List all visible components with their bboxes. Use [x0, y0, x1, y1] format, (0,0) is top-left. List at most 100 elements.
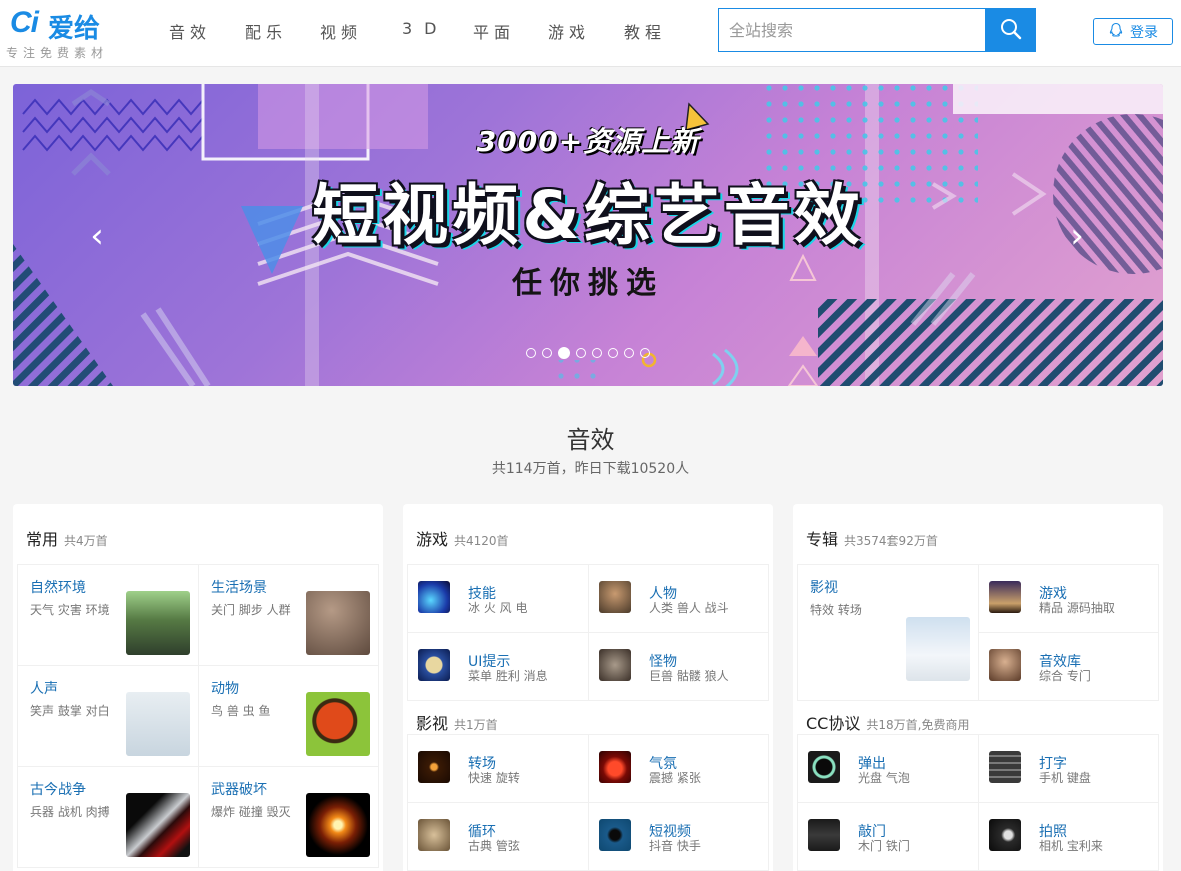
site-search	[718, 8, 1036, 52]
nav-item-sound-effects[interactable]: 音效	[169, 19, 211, 43]
row-tags: 古典 管弦	[468, 839, 520, 853]
logo-text: 爱给	[48, 14, 101, 44]
card-title: 常用	[26, 530, 59, 549]
forest-thumbnail	[126, 591, 190, 655]
section-title: 音效	[566, 426, 615, 454]
search-input[interactable]	[718, 8, 986, 52]
card-header: 游戏 共4120首	[416, 526, 509, 550]
ladybug-thumbnail	[306, 692, 370, 756]
nav-item-music[interactable]: 配乐	[245, 19, 287, 43]
category-tile-voice[interactable]: 人声 笑声 鼓掌 对白	[17, 665, 199, 767]
banner-dot[interactable]	[592, 348, 602, 358]
hero-banner[interactable]: 3000+资源上新 短视频&综艺音效 任你挑选 ‹ ›	[13, 84, 1163, 386]
sound-library-icon	[989, 649, 1021, 681]
banner-tagline: 任你挑选	[512, 266, 664, 301]
row-tags: 综合 专门	[1039, 669, 1091, 683]
cc-row-popup[interactable]: 弹出 光盘 气泡	[797, 734, 979, 803]
nav-item-video[interactable]: 视频	[320, 19, 362, 43]
category-row-atmosphere[interactable]: 气氛 震撼 紧张	[588, 734, 769, 803]
skill-icon	[418, 581, 450, 613]
logo-mark: Ci	[10, 6, 39, 39]
search-button[interactable]	[985, 8, 1036, 52]
category-tile-nature[interactable]: 自然环境 天气 灾害 环境	[17, 564, 199, 666]
tile-tags: 鸟 兽 虫 鱼	[211, 704, 271, 718]
tile-name: 自然环境	[30, 580, 86, 596]
card-header: 专辑 共3574套92万首	[806, 526, 938, 550]
nav-item-3d[interactable]: 3D	[402, 19, 449, 38]
ui-alert-icon	[418, 649, 450, 681]
tile-tags: 爆炸 碰撞 毁灭	[211, 805, 291, 819]
subsection-title: 影视	[416, 714, 449, 733]
popup-icon	[808, 751, 840, 783]
row-tags: 木门 铁门	[858, 839, 910, 853]
album-tile-film[interactable]: 影视 特效 转场	[797, 564, 979, 701]
sword-thumbnail	[126, 793, 190, 857]
category-row-monsters[interactable]: 怪物 巨兽 骷髅 狼人	[588, 632, 769, 701]
monster-icon	[599, 649, 631, 681]
row-tags: 震撼 紧张	[649, 771, 701, 785]
row-tags: 冰 火 风 电	[468, 601, 528, 615]
atmosphere-icon	[599, 751, 631, 783]
nav-item-games[interactable]: 游戏	[548, 19, 590, 43]
login-label: 登录	[1130, 24, 1158, 41]
row-tags: 光盘 气泡	[858, 771, 910, 785]
category-row-transitions[interactable]: 转场 快速 旋转	[407, 734, 589, 803]
tile-name: 影视	[810, 580, 838, 596]
category-row-characters[interactable]: 人物 人类 兽人 战斗	[588, 564, 769, 633]
chevron-left-icon: ‹	[90, 216, 104, 256]
cc-row-typing[interactable]: 打字 手机 键盘	[978, 734, 1159, 803]
category-row-short-video[interactable]: 短视频 抖音 快手	[588, 802, 769, 871]
category-tile-war[interactable]: 古今战争 兵器 战机 肉搏	[17, 766, 199, 868]
banner-dot[interactable]	[558, 347, 570, 359]
banner-prev-button[interactable]: ‹	[77, 214, 117, 258]
subsection-header: 影视 共1万首	[416, 710, 498, 734]
row-tags: 精品 源码抽取	[1039, 601, 1115, 615]
chevron-right-icon: ›	[1070, 216, 1084, 256]
tile-name: 生活场景	[211, 580, 267, 596]
logo-slogan: 专注免费素材	[6, 46, 109, 60]
row-tags: 相机 宝利来	[1039, 839, 1103, 853]
category-row-ui-alerts[interactable]: UI提示 菜单 胜利 消息	[407, 632, 589, 701]
banner-dot[interactable]	[526, 348, 536, 358]
door-icon	[808, 819, 840, 851]
category-tile-animals[interactable]: 动物 鸟 兽 虫 鱼	[198, 665, 379, 767]
category-row-skills[interactable]: 技能 冰 火 风 电	[407, 564, 589, 633]
tile-tags: 天气 灾害 环境	[30, 603, 110, 617]
row-tags: 手机 键盘	[1039, 771, 1091, 785]
banner-dot[interactable]	[640, 348, 650, 358]
album-row-library[interactable]: 音效库 综合 专门	[978, 632, 1159, 701]
qq-icon	[1108, 22, 1124, 42]
category-row-loops[interactable]: 循环 古典 管弦	[407, 802, 589, 871]
row-tags: 菜单 胜利 消息	[468, 669, 548, 683]
section-subtitle: 共114万首，昨日下载10520人	[491, 461, 690, 477]
banner-next-button[interactable]: ›	[1057, 214, 1097, 258]
nav-item-tutorials[interactable]: 教程	[624, 19, 666, 43]
banner-dot[interactable]	[542, 348, 552, 358]
short-video-icon	[599, 819, 631, 851]
tile-name: 人声	[30, 681, 58, 697]
album-row-games[interactable]: 游戏 精品 源码抽取	[978, 564, 1159, 633]
category-tile-weapons[interactable]: 武器破坏 爆炸 碰撞 毁灭	[198, 766, 379, 868]
banner-dot[interactable]	[608, 348, 618, 358]
site-header: Ci 爱给 专注免费素材 音效 配乐 视频 3D 平面 游戏 教程 登录	[0, 0, 1181, 67]
cc-row-knock[interactable]: 敲门 木门 铁门	[797, 802, 979, 871]
site-logo[interactable]: Ci 爱给 专注免费素材	[6, 4, 130, 62]
tile-name: 动物	[211, 681, 239, 697]
tile-name: 武器破坏	[211, 782, 267, 798]
row-tags: 快速 旋转	[468, 771, 520, 785]
character-icon	[599, 581, 631, 613]
subsection-count: 共18万首,免费商用	[866, 718, 970, 732]
subsection-header: CC协议 共18万首,免费商用	[806, 710, 969, 734]
banner-subtitle: 3000+资源上新	[476, 125, 700, 158]
tile-tags: 关门 脚步 人群	[211, 603, 291, 617]
tile-tags: 特效 转场	[810, 603, 862, 617]
cc-row-camera[interactable]: 拍照 相机 宝利来	[978, 802, 1159, 871]
login-button[interactable]: 登录	[1093, 18, 1173, 45]
tile-name: 古今战争	[30, 782, 86, 798]
nav-item-graphics[interactable]: 平面	[473, 19, 515, 43]
banner-dot[interactable]	[576, 348, 586, 358]
card-title: 专辑	[806, 530, 839, 549]
film-thumbnail	[906, 617, 970, 681]
category-tile-daily-life[interactable]: 生活场景 关门 脚步 人群	[198, 564, 379, 666]
banner-dot[interactable]	[624, 348, 634, 358]
